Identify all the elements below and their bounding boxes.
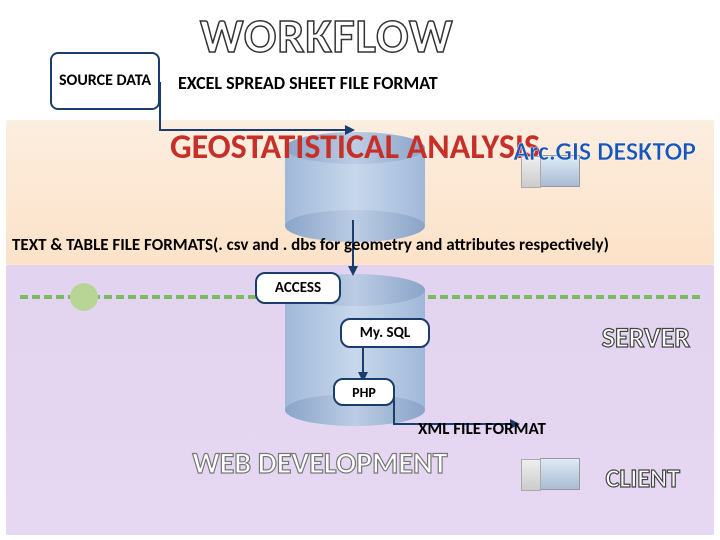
text-table-formats-label: TEXT & TABLE FILE FORMATS(. csv and . db… <box>12 234 609 255</box>
arrow-mysql-to-php <box>356 346 370 382</box>
xml-format-label: XML FILE FORMAT <box>418 418 546 439</box>
server-label: SERVER <box>602 320 690 355</box>
source-data-label: SOURCE DATA <box>59 72 151 90</box>
mysql-node: My. SQL <box>340 318 430 348</box>
access-label: ACCESS <box>275 279 321 297</box>
divider-knob-left <box>70 283 98 311</box>
source-data-box: SOURCE DATA <box>50 52 160 110</box>
access-node: ACCESS <box>255 272 341 304</box>
php-node: PHP <box>333 378 395 406</box>
arcgis-label: Arc.GIS DESKTOP <box>513 138 696 164</box>
client-label: CLIENT <box>606 462 680 494</box>
php-label: PHP <box>352 384 376 401</box>
mysql-label: My. SQL <box>360 324 410 342</box>
page-title: WORKFLOW <box>200 6 454 65</box>
geostatistical-heading: GEOSTATISTICAL ANALYSIS <box>165 130 545 166</box>
window-icon <box>540 458 580 490</box>
web-development-heading: WEB DEVELOPMENT <box>190 448 450 480</box>
